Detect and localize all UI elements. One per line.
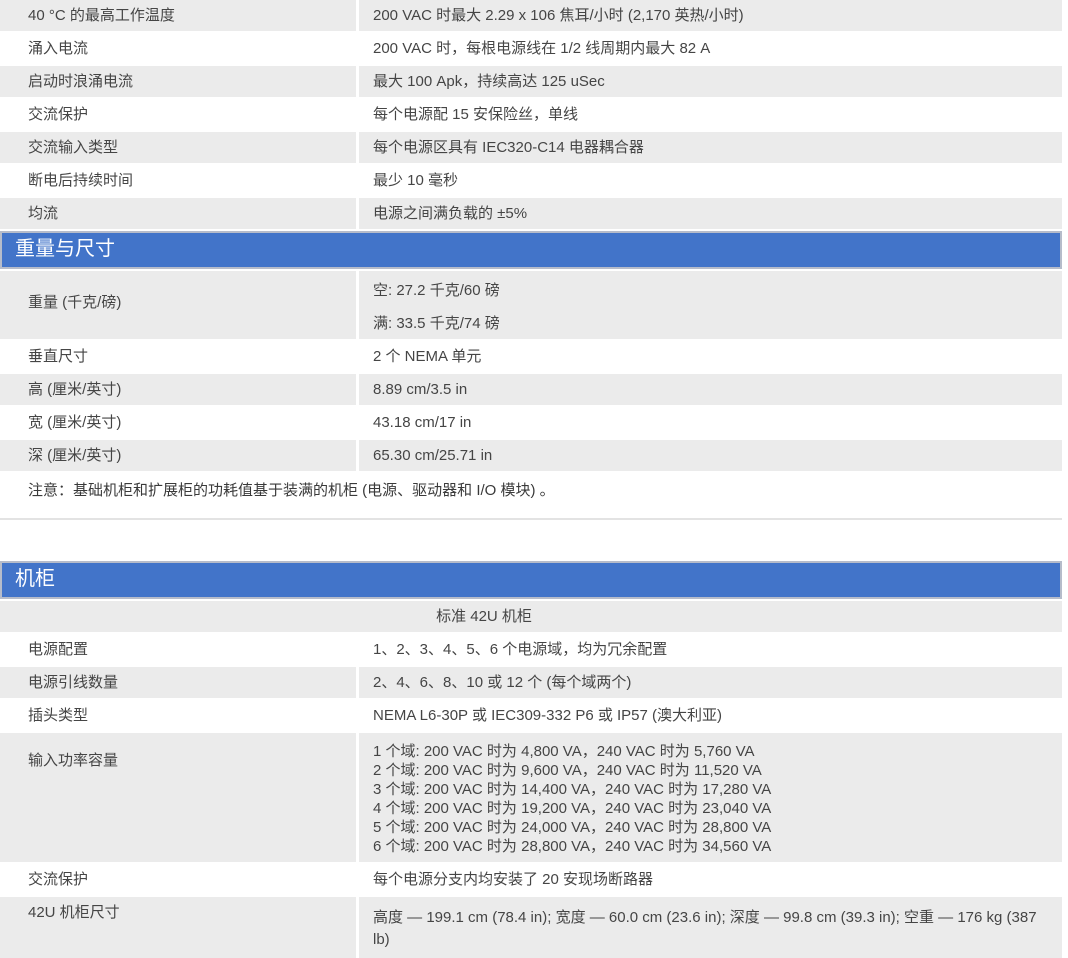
spec-row: 输入功率容量 1 个域: 200 VAC 时为 4,800 VA，240 VAC … (0, 733, 1062, 862)
spec-value: 高度 — 199.1 cm (78.4 in); 宽度 — 60.0 cm (2… (359, 897, 1062, 958)
spec-value-line: 满: 33.5 千克/74 磅 (373, 316, 1048, 332)
spec-value-line: 1 个域: 200 VAC 时为 4,800 VA，240 VAC 时为 5,7… (373, 742, 1048, 761)
spec-value-line: 43.18 cm/17 in (373, 415, 1048, 431)
spec-value: 1 个域: 200 VAC 时为 4,800 VA，240 VAC 时为 5,7… (359, 733, 1062, 862)
spec-value: 每个电源分支内均安装了 20 安现场断路器 (359, 864, 1062, 895)
spec-label: 交流保护 (0, 99, 356, 130)
spec-value-line: 2 个域: 200 VAC 时为 9,600 VA，240 VAC 时为 11,… (373, 761, 1048, 780)
spec-label: 涌入电流 (0, 33, 356, 64)
spec-value-line: 8.89 cm/3.5 in (373, 382, 1048, 398)
spec-value-line: 2 个 NEMA 单元 (373, 349, 1048, 365)
spec-row: 垂直尺寸 2 个 NEMA 单元 (0, 341, 1062, 372)
spec-value-line: 每个电源分支内均安装了 20 安现场断路器 (373, 872, 1048, 888)
spec-row: 电源引线数量 2、4、6、8、10 或 12 个 (每个域两个) (0, 667, 1062, 698)
spec-value: 200 VAC 时最大 2.29 x 106 焦耳/小时 (2,170 英热/小… (359, 0, 1062, 31)
spec-value-line: 电源之间满负载的 ±5% (373, 206, 1048, 222)
spec-value-line: 高度 — 199.1 cm (78.4 in); 宽度 — 60.0 cm (2… (373, 907, 1048, 951)
spec-value-line: 每个电源区具有 IEC320-C14 电器耦合器 (373, 140, 1048, 156)
spec-value-line: 65.30 cm/25.71 in (373, 448, 1048, 464)
spec-value-line: 最少 10 毫秒 (373, 173, 1048, 189)
spec-value: 8.89 cm/3.5 in (359, 374, 1062, 405)
spec-label: 宽 (厘米/英寸) (0, 407, 356, 438)
spec-value: 200 VAC 时，每根电源线在 1/2 线周期内最大 82 A (359, 33, 1062, 64)
spec-document: 40 °C 的最高工作温度 200 VAC 时最大 2.29 x 106 焦耳/小… (0, 0, 1068, 958)
spec-value: 每个电源区具有 IEC320-C14 电器耦合器 (359, 132, 1062, 163)
spec-row: 插头类型 NEMA L6-30P 或 IEC309-332 P6 或 IP57 (… (0, 700, 1062, 731)
spec-value-line: 200 VAC 时，每根电源线在 1/2 线周期内最大 82 A (373, 41, 1048, 57)
spec-value: 1、2、3、4、5、6 个电源域，均为冗余配置 (359, 634, 1062, 665)
spec-value: 2 个 NEMA 单元 (359, 341, 1062, 372)
section-header: 重量与尺寸 (0, 231, 1062, 269)
spec-label: 交流保护 (0, 864, 356, 895)
spec-row: 均流 电源之间满负载的 ±5% (0, 198, 1062, 229)
spec-row: 40 °C 的最高工作温度 200 VAC 时最大 2.29 x 106 焦耳/小… (0, 0, 1062, 31)
spec-value: 65.30 cm/25.71 in (359, 440, 1062, 471)
spec-row: 断电后持续时间 最少 10 毫秒 (0, 165, 1062, 196)
spec-value: 电源之间满负载的 ±5% (359, 198, 1062, 229)
spec-row: 宽 (厘米/英寸) 43.18 cm/17 in (0, 407, 1062, 438)
spec-label: 高 (厘米/英寸) (0, 374, 356, 405)
spec-row: 交流输入类型 每个电源区具有 IEC320-C14 电器耦合器 (0, 132, 1062, 163)
spec-label: 输入功率容量 (0, 733, 356, 862)
spec-row: 交流保护 每个电源分支内均安装了 20 安现场断路器 (0, 864, 1062, 895)
spec-value-line: 5 个域: 200 VAC 时为 24,000 VA，240 VAC 时为 28… (373, 818, 1048, 837)
spec-row: 深 (厘米/英寸) 65.30 cm/25.71 in (0, 440, 1062, 471)
spec-value: 2、4、6、8、10 或 12 个 (每个域两个) (359, 667, 1062, 698)
spec-row: 电源配置 1、2、3、4、5、6 个电源域，均为冗余配置 (0, 634, 1062, 665)
spec-label: 重量 (千克/磅) (0, 271, 356, 339)
spec-value-line: 每个电源配 15 安保险丝，单线 (373, 107, 1048, 123)
spec-row: 启动时浪涌电流 最大 100 Apk，持续高达 125 uSec (0, 66, 1062, 97)
spec-value-line: 2、4、6、8、10 或 12 个 (每个域两个) (373, 675, 1048, 691)
spec-row: 涌入电流 200 VAC 时，每根电源线在 1/2 线周期内最大 82 A (0, 33, 1062, 64)
spec-value-line: 3 个域: 200 VAC 时为 14,400 VA，240 VAC 时为 17… (373, 780, 1048, 799)
section-header: 机柜 (0, 561, 1062, 599)
spec-value-line: 1、2、3、4、5、6 个电源域，均为冗余配置 (373, 642, 1048, 658)
spec-value-line: 最大 100 Apk，持续高达 125 uSec (373, 74, 1048, 90)
spec-row: 重量 (千克/磅)空: 27.2 千克/60 磅满: 33.5 千克/74 磅 (0, 271, 1062, 339)
power-and-dimensions-table: 40 °C 的最高工作温度 200 VAC 时最大 2.29 x 106 焦耳/小… (0, 0, 1062, 520)
spec-label: 深 (厘米/英寸) (0, 440, 356, 471)
table-gap (0, 520, 1068, 561)
spec-value-line: NEMA L6-30P 或 IEC309-332 P6 或 IP57 (澳大利亚… (373, 708, 1048, 724)
spec-value: 每个电源配 15 安保险丝，单线 (359, 99, 1062, 130)
spec-row: 高 (厘米/英寸) 8.89 cm/3.5 in (0, 374, 1062, 405)
spec-label: 启动时浪涌电流 (0, 66, 356, 97)
spec-value: 最少 10 毫秒 (359, 165, 1062, 196)
cabinet-table: 机柜标准 42U 机柜电源配置1、2、3、4、5、6 个电源域，均为冗余配置电源… (0, 561, 1062, 958)
spec-value-line: 空: 27.2 千克/60 磅 (373, 283, 1048, 299)
note-row: 注意：基础机柜和扩展柜的功耗值基于装满的机柜 (电源、驱动器和 I/O 模块) … (0, 473, 1062, 520)
spec-label: 插头类型 (0, 700, 356, 731)
spec-row: 交流保护 每个电源配 15 安保险丝，单线 (0, 99, 1062, 130)
spec-value: NEMA L6-30P 或 IEC309-332 P6 或 IP57 (澳大利亚… (359, 700, 1062, 731)
spec-value: 最大 100 Apk，持续高达 125 uSec (359, 66, 1062, 97)
spec-label: 电源引线数量 (0, 667, 356, 698)
spec-value: 43.18 cm/17 in (359, 407, 1062, 438)
spec-value-line: 6 个域: 200 VAC 时为 28,800 VA，240 VAC 时为 34… (373, 837, 1048, 856)
spec-label: 42U 机柜尺寸 (0, 897, 356, 958)
spec-row: 42U 机柜尺寸高度 — 199.1 cm (78.4 in); 宽度 — 60… (0, 897, 1062, 958)
spec-value-line: 200 VAC 时最大 2.29 x 106 焦耳/小时 (2,170 英热/小… (373, 8, 1048, 24)
spec-label: 均流 (0, 198, 356, 229)
spec-label: 垂直尺寸 (0, 341, 356, 372)
spec-value: 空: 27.2 千克/60 磅满: 33.5 千克/74 磅 (359, 271, 1062, 339)
spec-label: 断电后持续时间 (0, 165, 356, 196)
spec-value-line: 4 个域: 200 VAC 时为 19,200 VA，240 VAC 时为 23… (373, 799, 1048, 818)
spec-label: 40 °C 的最高工作温度 (0, 0, 356, 31)
subheader-row: 标准 42U 机柜 (0, 601, 1062, 632)
spec-label: 电源配置 (0, 634, 356, 665)
spec-label: 交流输入类型 (0, 132, 356, 163)
